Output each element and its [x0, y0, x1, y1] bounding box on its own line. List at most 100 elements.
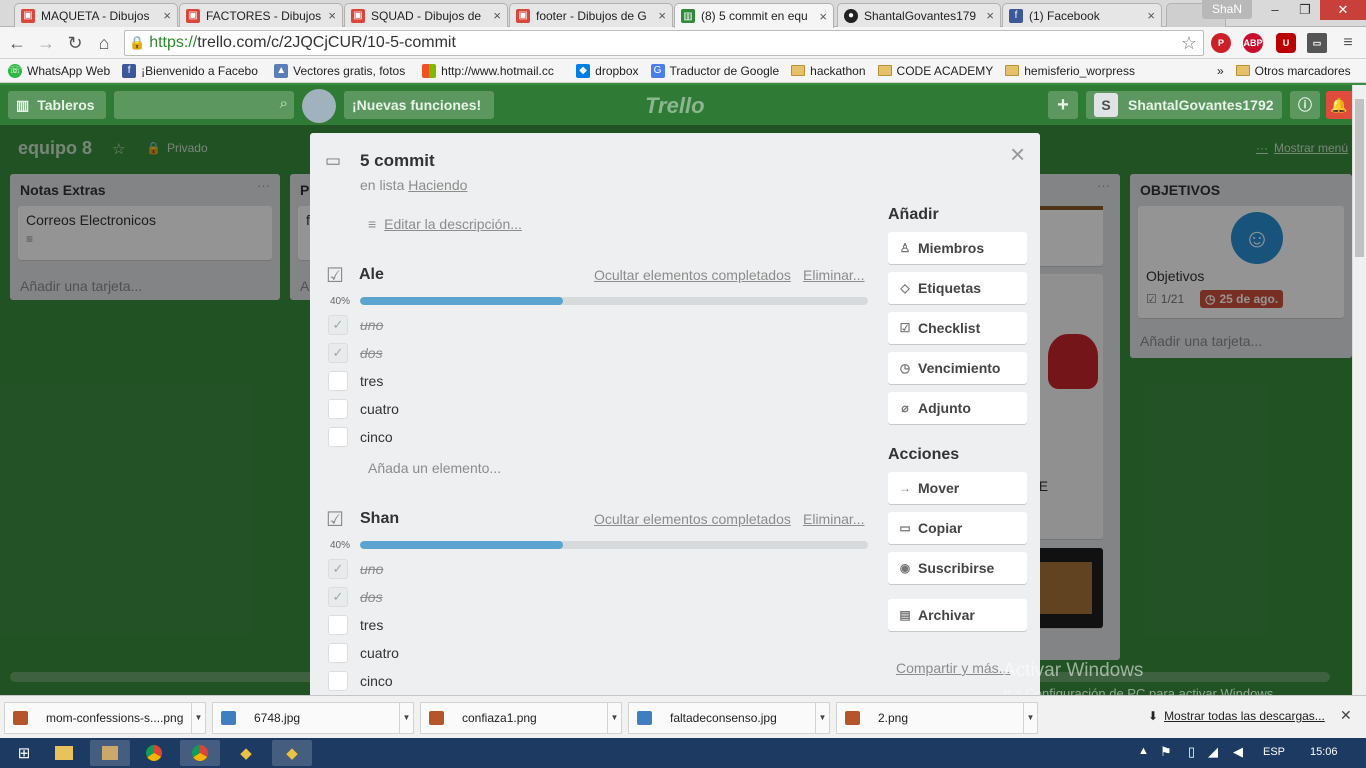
tab-squad[interactable]: ▣ SQUAD - Dibujos de ×	[344, 3, 508, 27]
bookmark-codeacademy[interactable]: CODE ACADEMY	[877, 64, 993, 78]
tab-github[interactable]: ● ShantalGovantes179 ×	[837, 3, 1001, 27]
checklist-button[interactable]: ☑ Checklist	[888, 312, 1027, 344]
checkbox-checked[interactable]: ✓	[328, 315, 348, 335]
bookmark-whatsapp[interactable]: ☏ WhatsApp Web	[8, 63, 110, 78]
subscribe-button[interactable]: ◉ Suscribirse	[888, 552, 1027, 584]
attachment-button[interactable]: ⌀ Adjunto	[888, 392, 1027, 424]
share-link[interactable]: Compartir y más...	[896, 660, 1010, 676]
delete-checklist-link[interactable]: Eliminar...	[803, 267, 864, 283]
forward-icon[interactable]: →	[34, 31, 58, 55]
show-all-downloads-link[interactable]: ⬇ Mostrar todas las descargas...	[1148, 709, 1325, 723]
menu-icon[interactable]: ≡	[1336, 31, 1360, 55]
maximize-icon[interactable]: ❐	[1290, 0, 1320, 20]
chevron-down-icon[interactable]: ▼	[191, 703, 205, 733]
members-button[interactable]: ♙ Miembros	[888, 232, 1027, 264]
close-icon[interactable]: ×	[493, 8, 501, 23]
add-item-link[interactable]: Añada un elemento...	[368, 460, 501, 476]
home-icon[interactable]: ⌂	[92, 31, 116, 55]
wifi-icon[interactable]: ◢	[1208, 744, 1218, 760]
search-input[interactable]: ⌕	[114, 91, 294, 119]
cast-icon[interactable]: ▭	[1307, 33, 1327, 53]
download-item[interactable]: confiaza1.png ▼	[420, 702, 622, 734]
chevron-down-icon[interactable]: ▼	[607, 703, 621, 733]
volume-icon[interactable]: ◀	[1233, 744, 1243, 760]
bookmark-facebook[interactable]: f ¡Bienvenido a Facebo	[122, 63, 262, 78]
checklist-item[interactable]: cuatro	[328, 642, 399, 664]
checkbox[interactable]	[328, 371, 348, 391]
copy-button[interactable]: ▭ Copiar	[888, 512, 1027, 544]
tab-facebook[interactable]: f (1) Facebook ×	[1002, 3, 1162, 27]
edit-description-link[interactable]: ≡ Editar la descripción...	[368, 216, 522, 232]
move-button[interactable]: → Mover	[888, 472, 1027, 504]
tab-factores[interactable]: ▣ FACTORES - Dibujos ×	[179, 3, 343, 27]
add-icon[interactable]: +	[1048, 91, 1078, 119]
download-item[interactable]: mom-confessions-s....png ▼	[4, 702, 206, 734]
checkbox[interactable]	[328, 427, 348, 447]
checkbox-checked[interactable]: ✓	[328, 343, 348, 363]
checkbox[interactable]	[328, 615, 348, 635]
battery-icon[interactable]: ▯	[1188, 744, 1195, 760]
checkbox[interactable]	[328, 399, 348, 419]
download-item[interactable]: 2.png ▼	[836, 702, 1038, 734]
card-title[interactable]: 5 commit	[360, 151, 435, 171]
bookmark-other[interactable]: Otros marcadores	[1235, 64, 1351, 78]
chrome-icon[interactable]	[134, 740, 174, 766]
due-date-button[interactable]: ◷ Vencimiento	[888, 352, 1027, 384]
checklist-item[interactable]: ✓ uno	[328, 558, 383, 580]
bookmark-vectores[interactable]: ▲ Vectores gratis, fotos	[274, 63, 410, 78]
chevron-down-icon[interactable]: ▼	[1023, 703, 1037, 733]
download-item[interactable]: 6748.jpg ▼	[212, 702, 414, 734]
close-icon[interactable]: ×	[658, 8, 666, 23]
close-icon[interactable]: ×	[1010, 139, 1025, 170]
bookmark-hemisferio[interactable]: hemisferio_worpress	[1005, 64, 1135, 78]
checklist-item[interactable]: ✓ dos	[328, 586, 383, 608]
bookmark-translate[interactable]: G Traductor de Google	[650, 63, 779, 78]
archive-button[interactable]: ▤ Archivar	[888, 599, 1027, 631]
page-scrollbar[interactable]	[1352, 85, 1366, 695]
notifications-icon[interactable]: 🔔	[1326, 91, 1352, 119]
language-indicator[interactable]: ESP	[1263, 746, 1285, 758]
pinterest-icon[interactable]: P	[1211, 33, 1231, 53]
chrome-active-icon[interactable]	[180, 740, 220, 766]
tray-chevron-icon[interactable]: ▲	[1138, 745, 1149, 757]
adblock-icon[interactable]: ABP	[1243, 33, 1263, 53]
close-window-icon[interactable]: ✕	[1320, 0, 1366, 20]
minimize-icon[interactable]: –	[1260, 0, 1290, 20]
chevron-down-icon[interactable]: ▼	[399, 703, 413, 733]
hide-completed-link[interactable]: Ocultar elementos completados	[594, 511, 791, 527]
checklist-item[interactable]: cuatro	[328, 398, 399, 420]
checklist-item[interactable]: tres	[328, 614, 383, 636]
bookmark-hackathon[interactable]: hackathon	[791, 64, 866, 78]
info-icon[interactable]: ⓘ	[1290, 91, 1320, 119]
app-diamond-icon[interactable]: ◆	[226, 740, 266, 766]
scrollbar-thumb[interactable]	[1355, 99, 1364, 257]
checklist-item[interactable]: tres	[328, 370, 383, 392]
delete-checklist-link[interactable]: Eliminar...	[803, 511, 864, 527]
boards-button[interactable]: ▥ Tableros	[8, 91, 106, 119]
tab-footer[interactable]: ▣ footer - Dibujos de G ×	[509, 3, 673, 27]
bookmark-hotmail[interactable]: http://www.hotmail.cc	[422, 63, 564, 78]
tab-maqueta[interactable]: ▣ MAQUETA - Dibujos ×	[14, 3, 178, 27]
new-features-button[interactable]: ¡Nuevas funciones!	[344, 91, 494, 119]
ublock-icon[interactable]: U	[1276, 33, 1296, 53]
back-icon[interactable]: ←	[5, 31, 29, 55]
close-icon[interactable]: ×	[986, 8, 994, 23]
checkbox-checked[interactable]: ✓	[328, 587, 348, 607]
chevron-down-icon[interactable]: ▼	[815, 703, 829, 733]
close-downloads-icon[interactable]: ✕	[1340, 707, 1352, 724]
file-explorer-icon[interactable]	[44, 740, 84, 766]
checklist-title[interactable]: Ale	[359, 266, 384, 284]
list-link[interactable]: Haciendo	[408, 177, 467, 193]
close-icon[interactable]: ×	[819, 9, 827, 24]
checkbox[interactable]	[328, 643, 348, 663]
download-item[interactable]: faltadeconsenso.jpg ▼	[628, 702, 830, 734]
hide-completed-link[interactable]: Ocultar elementos completados	[594, 267, 791, 283]
checklist-title[interactable]: Shan	[360, 510, 399, 528]
close-icon[interactable]: ×	[1147, 8, 1155, 23]
flag-icon[interactable]: ⚑	[1160, 744, 1172, 760]
checklist-item[interactable]: cinco	[328, 426, 393, 448]
close-icon[interactable]: ×	[328, 8, 336, 23]
app-icon[interactable]	[90, 740, 130, 766]
reload-icon[interactable]: ↻	[63, 31, 87, 55]
checkbox-checked[interactable]: ✓	[328, 559, 348, 579]
